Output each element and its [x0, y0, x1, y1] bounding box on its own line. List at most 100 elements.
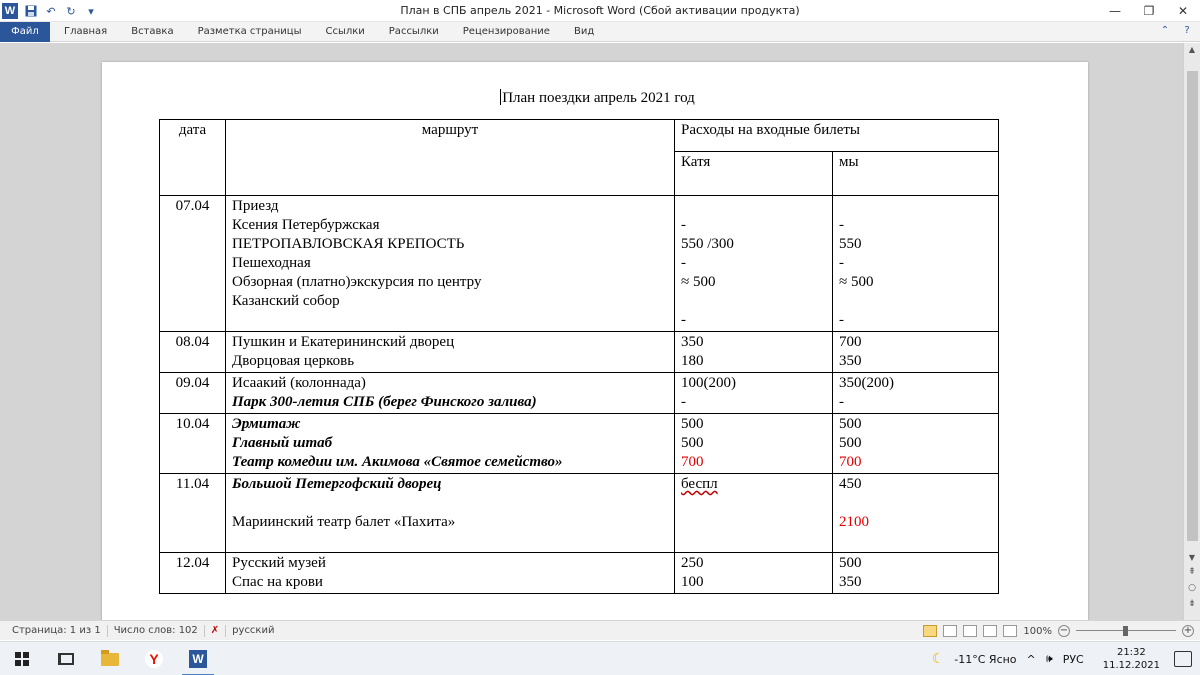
katya-line	[681, 513, 826, 532]
zoom-level[interactable]: 100%	[1023, 626, 1052, 637]
notifications-icon[interactable]	[1174, 651, 1192, 667]
table-row: 09.04 Исаакий (колоннада) Парк 300-летия С…	[159, 372, 999, 414]
word-count[interactable]: Число слов: 102	[108, 625, 205, 637]
tab-5[interactable]: Рецензирование	[451, 22, 562, 42]
draft-view-icon[interactable]	[1003, 625, 1018, 637]
weather-moon-icon[interactable]: ☾	[927, 651, 950, 667]
yandex-browser-button[interactable]: Y	[132, 642, 176, 675]
zoom-out-icon[interactable]: −	[1058, 625, 1070, 637]
katya-line	[681, 197, 826, 216]
route-line: Обзорная (платно)экскурсия по центру	[232, 273, 668, 292]
tab-1[interactable]: Вставка	[119, 22, 185, 42]
katya-line: ≈ 500	[681, 273, 826, 292]
katya-text: 500	[681, 435, 704, 451]
tray-overflow-icon[interactable]: ^	[1022, 653, 1041, 666]
header-we: мы	[832, 151, 999, 196]
input-language[interactable]: РУС	[1058, 653, 1089, 666]
katya-text: 100(200)	[681, 375, 736, 391]
weather-text[interactable]: -11°C Ясно	[949, 653, 1021, 666]
minimize-button[interactable]: —	[1098, 0, 1132, 22]
we-cost-cell: 700 350	[832, 331, 999, 373]
route-line: Пешеходная	[232, 254, 668, 273]
ribbon-right-controls: ⌃ ?	[1158, 24, 1194, 38]
route-line	[232, 311, 668, 330]
date-cell: 08.04	[159, 331, 226, 373]
help-icon[interactable]: ?	[1180, 24, 1194, 38]
page-count[interactable]: Страница: 1 из 1	[6, 625, 108, 637]
zoom-in-icon[interactable]: +	[1182, 625, 1194, 637]
katya-cost-cell: беспл	[674, 473, 833, 553]
system-tray: ☾ -11°C Ясно ^ 🕪 РУС 21:32 11.12.2021	[927, 642, 1200, 675]
route-line: Казанский собор	[232, 292, 668, 311]
katya-line: -	[681, 393, 826, 412]
route-line: Приезд	[232, 197, 668, 216]
file-explorer-button[interactable]	[88, 642, 132, 675]
route-line: Русский музей	[232, 554, 668, 573]
header-expenses: Расходы на входные билеты	[674, 119, 999, 152]
katya-text: -	[681, 217, 686, 233]
we-text: 550	[839, 236, 862, 252]
route-text: Главный штаб	[232, 435, 333, 451]
clock[interactable]: 21:32 11.12.2021	[1089, 646, 1174, 672]
tab-file[interactable]: Файл	[0, 22, 50, 42]
scroll-down-icon[interactable]: ▼	[1184, 551, 1200, 565]
previous-page-icon[interactable]: ⇞	[1184, 567, 1200, 577]
tab-2[interactable]: Разметка страницы	[186, 22, 314, 42]
route-cell: Приезд Ксения Петербуржская ПЕТРОПАВЛОВСКА…	[225, 195, 675, 332]
route-cell: Пушкин и Екатерининский дворец Дворцовая …	[225, 331, 675, 373]
tab-4[interactable]: Рассылки	[377, 22, 451, 42]
print-layout-view-icon[interactable]	[923, 625, 938, 637]
browse-object-icon[interactable]: ○	[1184, 583, 1200, 593]
table-row: 08.04 Пушкин и Екатерининский дворец Дворц…	[159, 331, 999, 373]
proofing-error-icon[interactable]: ✗	[205, 625, 227, 637]
katya-text: 180	[681, 353, 704, 369]
we-line: -	[839, 216, 992, 235]
yandex-icon: Y	[145, 650, 163, 668]
document-page[interactable]: План поездки апрель 2021 год дата маршру…	[102, 62, 1088, 620]
next-page-icon[interactable]: ⇟	[1184, 599, 1200, 609]
katya-text: -	[681, 255, 686, 271]
ribbon-minimize-icon[interactable]: ⌃	[1158, 24, 1172, 38]
we-line	[839, 494, 992, 513]
katya-line: 180	[681, 352, 826, 371]
volume-icon[interactable]: 🕪	[1041, 652, 1058, 666]
vertical-scrollbar[interactable]: ▲ ▼ ⇞ ○ ⇟	[1183, 43, 1200, 620]
tab-3[interactable]: Ссылки	[313, 22, 376, 42]
ribbon-tab-list: Главная Вставка Разметка страницы Ссылки Рас…	[52, 22, 606, 42]
tab-0[interactable]: Главная	[52, 22, 119, 42]
date-cell: 12.04	[159, 552, 226, 594]
window-title: План в СПБ апрель 2021 - Microsoft Word …	[400, 4, 800, 17]
we-line: 700	[839, 453, 992, 472]
full-screen-view-icon[interactable]	[943, 625, 958, 637]
katya-text: 550 /300	[681, 236, 734, 252]
scrollbar-thumb[interactable]	[1187, 71, 1198, 541]
we-text: ≈ 500	[839, 274, 874, 290]
zoom-knob[interactable]	[1123, 626, 1128, 636]
we-line	[839, 532, 992, 551]
task-view-icon	[58, 653, 74, 665]
trip-plan-table: дата маршрут Расходы на входные билеты К…	[159, 119, 999, 594]
table-row: 12.04 Русский музей Спас на крови 250 100 500…	[159, 552, 999, 594]
katya-line	[681, 292, 826, 311]
zoom-slider[interactable]	[1076, 625, 1176, 637]
we-line: ≈ 500	[839, 273, 992, 292]
web-layout-view-icon[interactable]	[963, 625, 978, 637]
date-cell: 07.04	[159, 195, 226, 332]
language-indicator[interactable]: русский	[226, 625, 280, 637]
task-view-button[interactable]	[44, 642, 88, 675]
restore-button[interactable]: ❐	[1132, 0, 1166, 22]
route-cell: Русский музей Спас на крови	[225, 552, 675, 594]
tab-6[interactable]: Вид	[562, 22, 606, 42]
scroll-up-icon[interactable]: ▲	[1184, 43, 1200, 57]
close-button[interactable]: ✕	[1166, 0, 1200, 22]
outline-view-icon[interactable]	[983, 625, 998, 637]
we-text: 500	[839, 416, 862, 432]
table-row: 10.04 Эрмитаж Главный штаб Театр комедии им…	[159, 413, 999, 474]
route-text: Исаакий (колоннада)	[232, 375, 366, 391]
document-area[interactable]: План поездки апрель 2021 год дата маршру…	[0, 43, 1183, 620]
katya-cost-cell: 100(200) -	[674, 372, 833, 414]
start-button[interactable]	[0, 642, 44, 675]
word-taskbar-button[interactable]: W	[176, 642, 220, 675]
we-text: 350	[839, 574, 862, 590]
route-text: Театр комедии им. Акимова «Святое семейс…	[232, 454, 563, 470]
